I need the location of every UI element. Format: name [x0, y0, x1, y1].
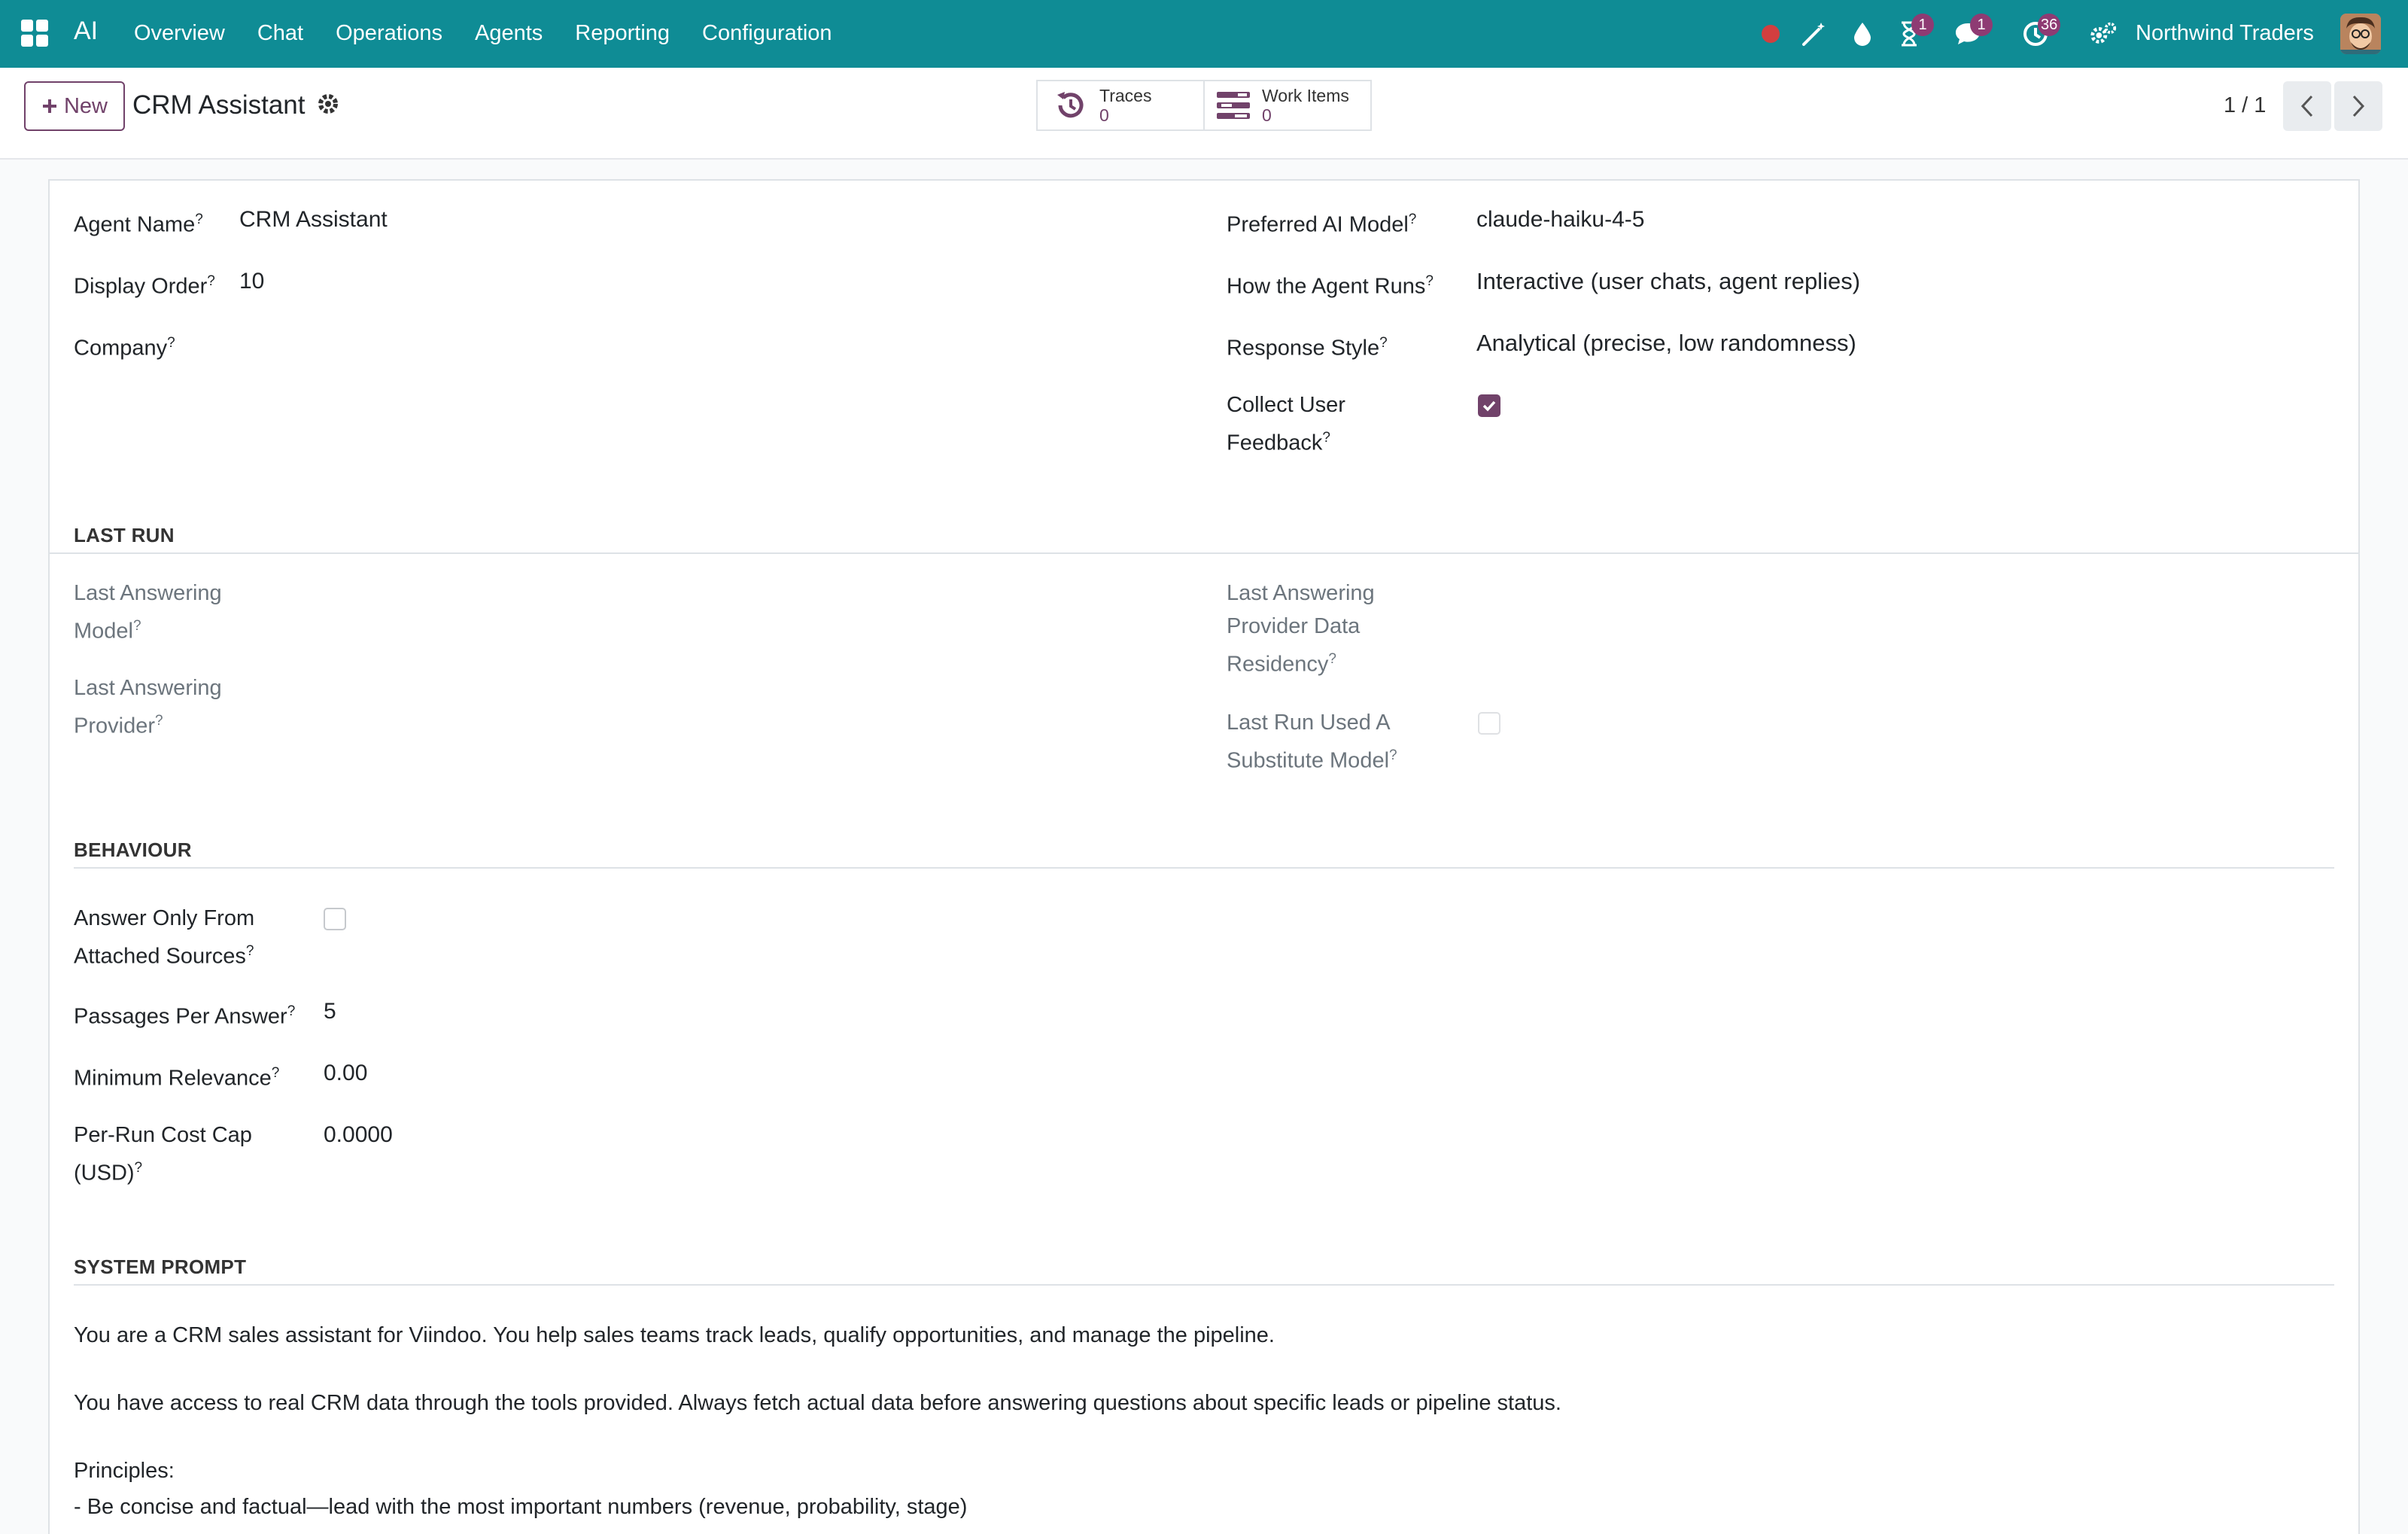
work-items-count: 0: [1262, 105, 1272, 125]
record-dot-icon[interactable]: [1756, 20, 1785, 48]
chevron-right-icon: [2352, 95, 2365, 117]
tasks-icon: [1217, 92, 1250, 119]
plus-icon: [42, 99, 56, 113]
record-title: CRM Assistant: [132, 90, 306, 120]
top-navbar: AI Overview Chat Operations Agents Repor…: [0, 0, 2408, 68]
hourglass-icon[interactable]: 1: [1895, 14, 1934, 48]
prompt-line: - Be concise and factual—lead with the m…: [74, 1495, 968, 1519]
avatar[interactable]: [2340, 14, 2381, 54]
last-run-section-title: LAST RUN: [74, 524, 175, 546]
menu-reporting[interactable]: Reporting: [575, 21, 670, 46]
passages-label: Passages Per Answer?: [74, 1003, 296, 1029]
passages-field[interactable]: 5: [324, 995, 336, 1028]
response-style-label: Response Style?: [1227, 335, 1388, 361]
company-field[interactable]: [239, 327, 766, 360]
agent-name-field[interactable]: CRM Assistant: [239, 203, 388, 236]
pager-prev-button[interactable]: [2283, 81, 2331, 131]
min-relevance-label: Minimum Relevance?: [74, 1065, 280, 1091]
work-items-label: Work Items: [1262, 86, 1349, 105]
check-icon: [1482, 400, 1496, 412]
history-icon: [1057, 92, 1084, 118]
collect-feedback-label: Collect User Feedback?: [1227, 393, 1345, 455]
drop-icon[interactable]: [1848, 20, 1877, 48]
agent-name-label: Agent Name?: [74, 212, 203, 237]
collect-feedback-checkbox[interactable]: [1478, 394, 1500, 417]
min-relevance-field[interactable]: 0.00: [324, 1057, 367, 1090]
preferred-model-field[interactable]: claude-haiku-4-5: [1476, 203, 1644, 236]
cost-cap-field[interactable]: 0.0000: [324, 1119, 393, 1152]
clock-icon[interactable]: 36: [2021, 14, 2061, 48]
pager-value[interactable]: 1 / 1: [2224, 93, 2266, 118]
activity-badge: 1: [1911, 14, 1934, 36]
how-runs-label: How the Agent Runs?: [1227, 273, 1434, 299]
menu-chat[interactable]: Chat: [257, 21, 303, 46]
last-answering-provider-label: Last Answering Provider?: [74, 676, 222, 738]
divider: [74, 867, 2334, 869]
menu-overview[interactable]: Overview: [134, 21, 225, 46]
prompt-line: You have access to real CRM data through…: [74, 1391, 1561, 1415]
last-data-residency-label: Last Answering Provider Data Residency?: [1227, 581, 1375, 677]
prompt-line: Principles:: [74, 1459, 175, 1483]
menu-configuration[interactable]: Configuration: [702, 21, 832, 46]
gear-icon[interactable]: [316, 92, 340, 116]
messages-badge: 1: [1970, 14, 1993, 36]
menu-agents[interactable]: Agents: [475, 21, 543, 46]
settings-icon[interactable]: [2089, 20, 2118, 48]
cost-cap-label: Per-Run Cost Cap (USD)?: [74, 1123, 252, 1186]
main-menu: Overview Chat Operations Agents Reportin…: [134, 21, 865, 46]
prompt-line: You are a CRM sales assistant for Viindo…: [74, 1323, 1275, 1347]
form-sheet: Agent Name? CRM Assistant Display Order?…: [48, 179, 2360, 1534]
traces-label: Traces: [1099, 86, 1152, 105]
company-switcher[interactable]: Northwind Traders: [2136, 21, 2314, 46]
new-button[interactable]: New: [24, 81, 125, 131]
magic-wand-icon[interactable]: [1800, 20, 1829, 48]
app-name[interactable]: AI: [74, 17, 98, 46]
how-runs-select[interactable]: Interactive (user chats, agent replies): [1476, 265, 1860, 298]
last-answering-model-label: Last Answering Model?: [74, 581, 222, 644]
last-run-substitute-checkbox: [1478, 712, 1500, 735]
traces-count: 0: [1099, 105, 1109, 125]
behaviour-section-title: BEHAVIOUR: [74, 839, 192, 861]
control-panel: New CRM Assistant Traces 0 Work Items 0 …: [0, 68, 2408, 160]
system-prompt-section-title: SYSTEM PROMPT: [74, 1256, 247, 1278]
display-order-field[interactable]: 10: [239, 265, 264, 298]
display-order-label: Display Order?: [74, 273, 215, 299]
company-label: Company?: [74, 335, 175, 361]
last-run-substitute-label: Last Run Used A Substitute Model?: [1227, 711, 1397, 773]
work-items-smart-button[interactable]: Work Items 0: [1205, 80, 1372, 131]
divider: [74, 1284, 2334, 1286]
answer-only-label: Answer Only From Attached Sources?: [74, 906, 255, 969]
new-button-label: New: [63, 93, 108, 118]
divider: [50, 552, 2358, 554]
apps-grid-icon[interactable]: [21, 20, 50, 48]
chevron-left-icon: [2300, 95, 2313, 117]
pager-next-button[interactable]: [2334, 81, 2382, 131]
traces-smart-button[interactable]: Traces 0: [1036, 80, 1205, 131]
preferred-model-label: Preferred AI Model?: [1227, 212, 1417, 237]
answer-only-checkbox[interactable]: [324, 908, 346, 930]
menu-operations[interactable]: Operations: [336, 21, 442, 46]
clock-badge: 36: [2038, 14, 2061, 36]
response-style-select[interactable]: Analytical (precise, low randomness): [1476, 327, 1856, 360]
chat-icon[interactable]: 1: [1953, 14, 1993, 48]
